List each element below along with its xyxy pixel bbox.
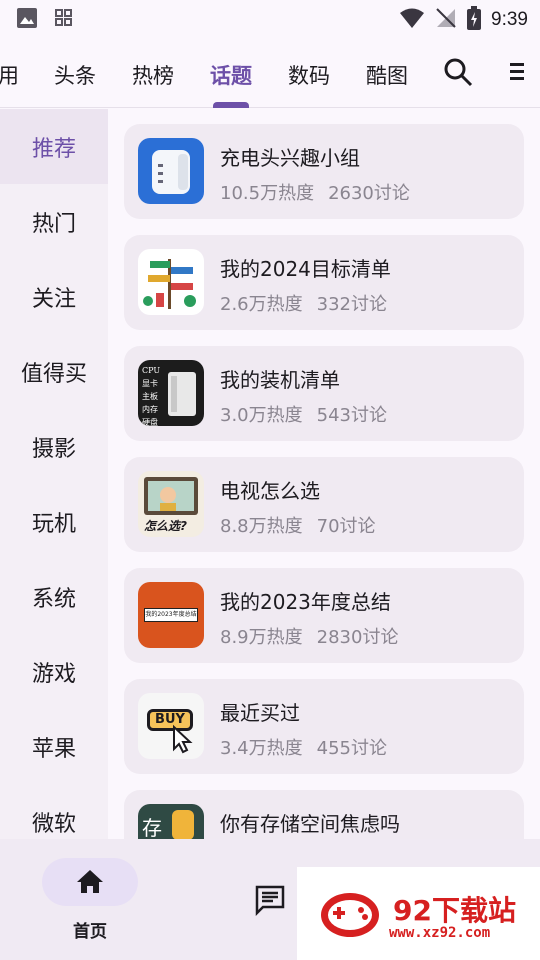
discussion-count: 70讨论 — [316, 516, 376, 537]
topic-thumbnail-year-summary: 我的2023年度总结 — [138, 582, 204, 648]
tab-topics[interactable]: 话题 — [210, 60, 252, 90]
wifi-icon — [399, 7, 425, 33]
topic-card[interactable]: 怎么选? 电视怎么选 8.8万热度 70讨论 — [124, 457, 524, 552]
topic-card[interactable]: 我的2024目标清单 2.6万热度 332讨论 — [124, 235, 524, 330]
tab-partial[interactable]: 用 — [0, 60, 19, 90]
category-hot[interactable]: 热门 — [0, 184, 108, 259]
topic-card[interactable]: CPU 显卡 主板 内存 硬盘 我的装机清单 3.0万热度 543讨论 — [124, 346, 524, 441]
heat-count: 3.4万热度 — [220, 738, 303, 759]
topic-title: 我的2024目标清单 — [220, 257, 391, 281]
heat-count: 3.0万热度 — [220, 405, 303, 426]
home-icon — [77, 870, 103, 893]
tab-digital[interactable]: 数码 — [288, 60, 330, 90]
thumb-caption: 我的2023年度总结 — [144, 608, 198, 622]
category-games[interactable]: 游戏 — [0, 634, 108, 709]
topic-title: 电视怎么选 — [220, 479, 320, 503]
topic-thumbnail-tv: 怎么选? — [138, 471, 204, 537]
status-bar: 9:39 — [0, 0, 540, 36]
heat-count: 8.8万热度 — [220, 516, 303, 537]
active-tab-indicator — [213, 102, 249, 108]
discussion-count: 2830讨论 — [316, 627, 399, 648]
category-following[interactable]: 关注 — [0, 259, 108, 334]
heat-count: 10.5万热度 — [220, 183, 315, 204]
topic-card[interactable]: 我的2023年度总结 我的2023年度总结 8.9万热度 2830讨论 — [124, 568, 524, 663]
discussion-count: 332讨论 — [316, 294, 387, 315]
topic-title: 最近买过 — [220, 701, 300, 725]
search-icon[interactable] — [442, 56, 474, 88]
topic-thumbnail-pc-build: CPU 显卡 主板 内存 硬盘 — [138, 360, 204, 426]
topic-card[interactable]: 充电头兴趣小组 10.5万热度 2630讨论 — [124, 124, 524, 219]
category-photography[interactable]: 摄影 — [0, 409, 108, 484]
category-apple[interactable]: 苹果 — [0, 709, 108, 784]
nav-home-label: 首页 — [73, 922, 107, 942]
topic-thumbnail-buy: BUY — [138, 693, 204, 759]
topic-stats: 3.0万热度 543讨论 — [220, 401, 387, 427]
topic-card[interactable]: BUY 最近买过 3.4万热度 455讨论 — [124, 679, 524, 774]
topic-title: 充电头兴趣小组 — [220, 146, 360, 170]
tab-cool-pics[interactable]: 酷图 — [366, 60, 408, 90]
category-recommended[interactable]: 推荐 — [0, 109, 108, 184]
menu-icon[interactable] — [506, 56, 526, 88]
watermark-overlay: 92下载站 www.xz92.com — [297, 867, 540, 960]
category-system[interactable]: 系统 — [0, 559, 108, 634]
topic-stats: 2.6万热度 332讨论 — [220, 290, 387, 316]
topic-thumbnail-goals — [138, 249, 204, 315]
discussion-count: 543讨论 — [316, 405, 387, 426]
no-signal-icon — [435, 7, 457, 33]
topic-title: 我的2023年度总结 — [220, 590, 391, 614]
topic-title: 你有存储空间焦虑吗 — [220, 812, 400, 836]
topic-stats: 8.8万热度 70讨论 — [220, 512, 376, 538]
status-time: 9:39 — [491, 9, 528, 30]
category-gadgets[interactable]: 玩机 — [0, 484, 108, 559]
nav-home-button[interactable] — [42, 858, 138, 906]
tab-hot-list[interactable]: 热榜 — [132, 60, 174, 90]
topic-thumbnail-storage: 存 — [138, 804, 204, 839]
gamepad-logo-icon — [319, 889, 381, 945]
topic-stats: 10.5万热度 2630讨论 — [220, 179, 410, 205]
gallery-icon — [16, 7, 38, 33]
topic-thumbnail-charger — [138, 138, 204, 204]
messages-icon[interactable] — [254, 884, 286, 920]
watermark-brand: 92下载站 — [393, 894, 516, 927]
battery-icon — [467, 6, 482, 34]
top-tab-bar: 用 头条 热榜 话题 数码 酷图 — [0, 36, 540, 108]
heat-count: 2.6万热度 — [220, 294, 303, 315]
watermark-url: www.xz92.com — [389, 925, 491, 941]
topic-stats: 3.4万热度 455讨论 — [220, 734, 387, 760]
category-list: 推荐 热门 关注 值得买 摄影 玩机 系统 游戏 苹果 微软 — [0, 109, 108, 839]
discussion-count: 2630讨论 — [328, 183, 410, 204]
topic-stats: 8.9万热度 2830讨论 — [220, 623, 398, 649]
tab-headlines[interactable]: 头条 — [54, 60, 96, 90]
discussion-count: 455讨论 — [316, 738, 387, 759]
heat-count: 8.9万热度 — [220, 627, 303, 648]
apps-grid-icon — [54, 8, 74, 32]
category-microsoft[interactable]: 微软 — [0, 784, 108, 839]
topic-title: 我的装机清单 — [220, 368, 340, 392]
category-worth-buying[interactable]: 值得买 — [0, 334, 108, 409]
thumb-caption: 怎么选? — [144, 519, 187, 533]
topic-card[interactable]: 存 你有存储空间焦虑吗 — [124, 790, 524, 839]
